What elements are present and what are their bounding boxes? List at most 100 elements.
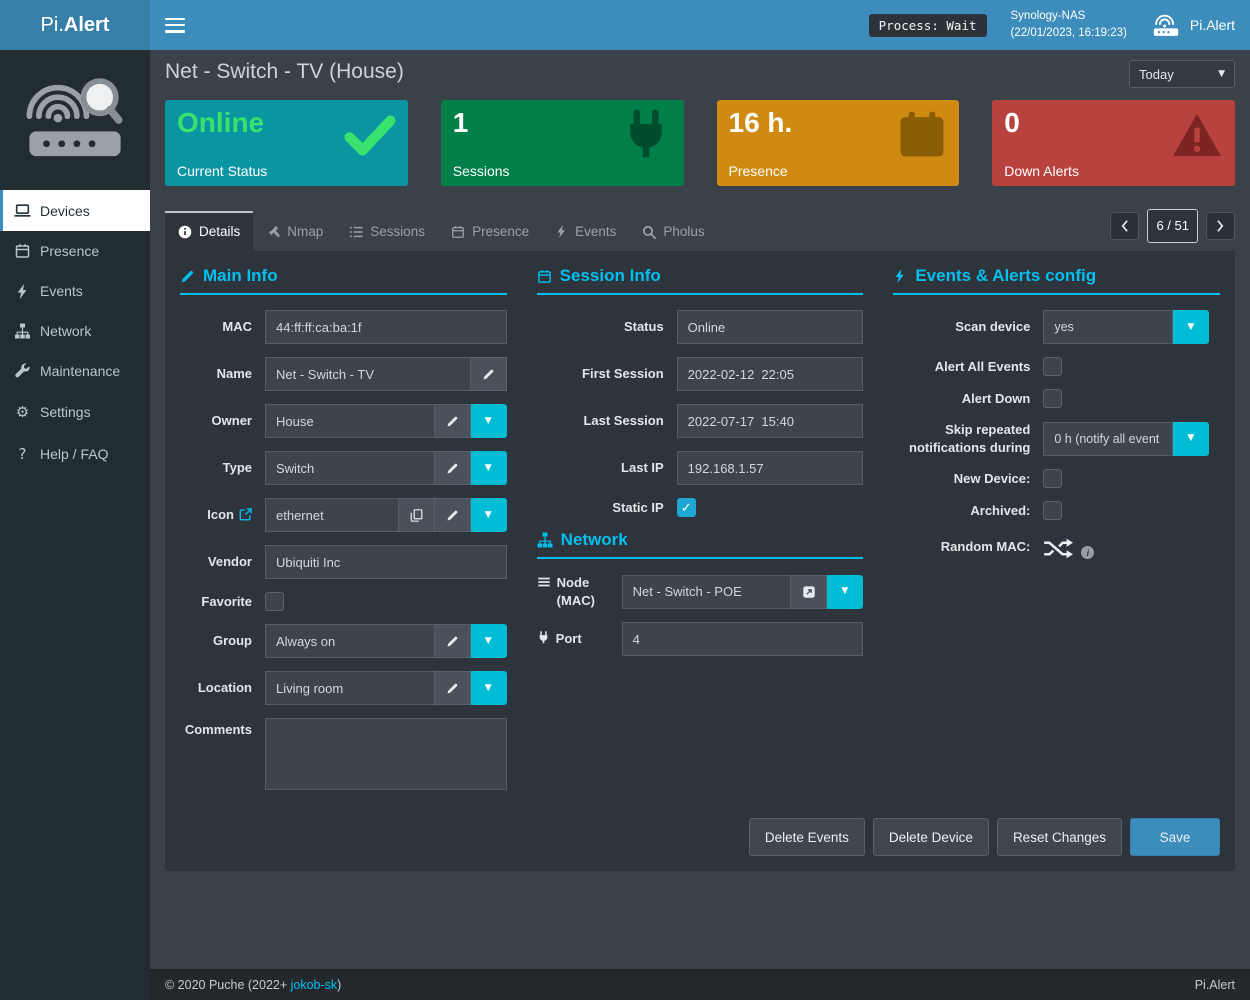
icon-dropdown-button[interactable]: ▼ (471, 498, 507, 532)
mac-input[interactable]: 44:ff:ff:ca:ba:1f (265, 310, 507, 344)
vendor-input[interactable]: Ubiquiti Inc (265, 545, 507, 579)
sidebar-item-network[interactable]: Network (0, 311, 150, 351)
alert-all-events-checkbox[interactable] (1043, 357, 1062, 376)
location-input[interactable]: Living room (265, 671, 435, 705)
name-input[interactable]: Net - Switch - TV (265, 357, 471, 391)
new-device-checkbox[interactable] (1043, 469, 1062, 488)
navbar-brand[interactable]: Pi.Alert (1151, 13, 1235, 38)
card-sessions[interactable]: 1 Sessions (441, 100, 684, 186)
group-edit-button[interactable] (435, 624, 471, 658)
owner-input[interactable]: House (265, 404, 435, 438)
sidebar-item-label: Settings (40, 404, 91, 420)
node-dropdown-button[interactable]: ▼ (827, 575, 863, 609)
status-input[interactable]: Online (677, 310, 864, 344)
details-panel: Main Info MAC 44:ff:ff:ca:ba:1f Name Net… (165, 251, 1235, 871)
scan-device-dropdown-button[interactable]: ▼ (1173, 310, 1209, 344)
external-link-icon[interactable] (239, 508, 252, 521)
period-select[interactable]: Today ▼ (1129, 60, 1235, 88)
field-location: Location Living room ▼ (180, 671, 507, 705)
card-label: Down Alerts (1004, 163, 1079, 179)
type-input[interactable]: Switch (265, 451, 435, 485)
alert-down-checkbox[interactable] (1043, 389, 1062, 408)
tab-nmap[interactable]: Nmap (253, 211, 336, 251)
alert-all-events-label: Alert All Events (893, 358, 1043, 376)
prev-device-button[interactable] (1110, 212, 1139, 240)
tabs-row: Details Nmap Sessions Presence (165, 205, 1235, 251)
reset-changes-button[interactable]: Reset Changes (997, 818, 1122, 856)
section-main-info: Main Info (180, 266, 507, 295)
app-logo-text-light: Pi. (41, 14, 64, 37)
card-current-status[interactable]: Online Current Status (165, 100, 408, 186)
scan-device-select[interactable]: yes ▼ (1043, 310, 1209, 344)
wrench-icon (14, 363, 31, 379)
node-input[interactable]: Net - Switch - POE (622, 575, 792, 609)
type-dropdown-button[interactable]: ▼ (471, 451, 507, 485)
owner-dropdown-button[interactable]: ▼ (471, 404, 507, 438)
save-button[interactable]: Save (1130, 818, 1220, 856)
sidebar-item-maintenance[interactable]: Maintenance (0, 351, 150, 391)
node-label: Node (MAC) (537, 574, 622, 609)
card-down-alerts[interactable]: 0 Down Alerts (992, 100, 1235, 186)
next-device-button[interactable] (1206, 212, 1235, 240)
calendar-icon (897, 110, 947, 160)
sidebar-toggle-icon[interactable] (165, 18, 185, 33)
question-icon: ? (14, 445, 31, 463)
tab-pholus[interactable]: Pholus (629, 211, 717, 251)
sidebar-item-label: Devices (40, 203, 90, 219)
sidebar-item-label: Maintenance (40, 363, 120, 379)
bolt-icon (555, 225, 568, 238)
status-cards: Online Current Status 1 Sessions 16 h. P… (165, 100, 1235, 186)
owner-edit-button[interactable] (435, 404, 471, 438)
location-dropdown-button[interactable]: ▼ (471, 671, 507, 705)
port-input[interactable]: 4 (622, 622, 864, 656)
group-dropdown-button[interactable]: ▼ (471, 624, 507, 658)
comments-textarea[interactable] (265, 718, 507, 790)
hammer-icon (266, 225, 280, 239)
sidebar-item-events[interactable]: Events (0, 271, 150, 311)
icon-copy-button[interactable] (399, 498, 435, 532)
delete-device-button[interactable]: Delete Device (873, 818, 989, 856)
type-edit-button[interactable] (435, 451, 471, 485)
skip-notifications-select[interactable]: 0 h (notify all event ▼ (1043, 422, 1209, 456)
favorite-checkbox[interactable] (265, 592, 284, 611)
footer: © 2020 Puche (2022+ jokob-sk) Pi.Alert (150, 969, 1250, 1000)
app-logo-text-bold: Alert (64, 14, 110, 37)
tab-details[interactable]: Details (165, 211, 253, 251)
sidebar-item-help[interactable]: ? Help / FAQ (0, 433, 150, 475)
delete-events-button[interactable]: Delete Events (749, 818, 865, 856)
tab-presence[interactable]: Presence (438, 211, 542, 251)
field-vendor: Vendor Ubiquiti Inc (180, 545, 507, 579)
main-info-column: Main Info MAC 44:ff:ff:ca:ba:1f Name Net… (180, 266, 507, 803)
last-session-input[interactable]: 2022-07-17 15:40 (677, 404, 864, 438)
icon-input[interactable]: ethernet (265, 498, 399, 532)
pencil-icon (446, 415, 459, 428)
card-presence[interactable]: 16 h. Presence (717, 100, 960, 186)
shuffle-icon[interactable] (1043, 537, 1073, 560)
archived-checkbox[interactable] (1043, 501, 1062, 520)
pencil-icon (446, 635, 459, 648)
group-input[interactable]: Always on (265, 624, 435, 658)
static-ip-checkbox[interactable] (677, 498, 696, 517)
top-navbar: Pi.Alert Process: Wait Synology-NAS (22/… (0, 0, 1250, 50)
sidebar: Devices Presence Events Network Maintena… (0, 50, 150, 1000)
sidebar-item-label: Network (40, 323, 91, 339)
sidebar-item-presence[interactable]: Presence (0, 231, 150, 271)
sidebar-item-settings[interactable]: ⚙ Settings (0, 391, 150, 433)
open-node-button[interactable] (791, 575, 827, 609)
tab-sessions[interactable]: Sessions (336, 211, 438, 251)
first-session-input[interactable]: 2022-02-12 22:05 (677, 357, 864, 391)
navbar-brand-label: Pi.Alert (1190, 17, 1235, 33)
icon-edit-button[interactable] (435, 498, 471, 532)
field-last-ip: Last IP 192.168.1.57 (537, 451, 864, 485)
name-edit-button[interactable] (471, 357, 507, 391)
owner-label: Owner (180, 412, 265, 430)
sidebar-item-devices[interactable]: Devices (0, 190, 150, 231)
tab-events[interactable]: Events (542, 211, 629, 251)
app-logo[interactable]: Pi.Alert (0, 0, 150, 50)
skip-notifications-dropdown-button[interactable]: ▼ (1173, 422, 1209, 456)
section-session-info: Session Info (537, 266, 864, 295)
info-icon[interactable]: i (1081, 546, 1094, 559)
location-edit-button[interactable] (435, 671, 471, 705)
footer-author-link[interactable]: jokob-sk (291, 978, 338, 992)
last-ip-input[interactable]: 192.168.1.57 (677, 451, 864, 485)
